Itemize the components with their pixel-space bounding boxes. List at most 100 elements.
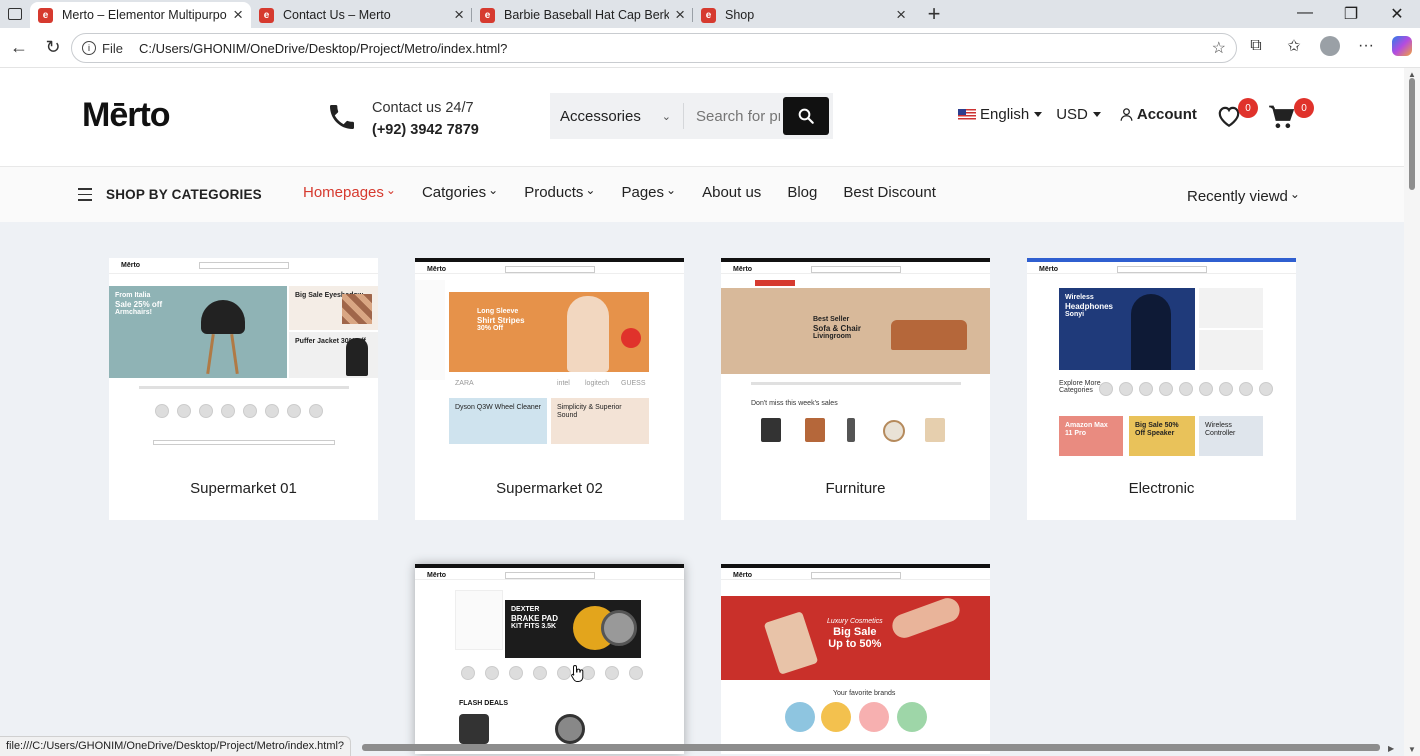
close-window-icon[interactable]: ✕ [1374,4,1420,24]
minimize-icon[interactable]: — [1282,4,1328,24]
menu-icon[interactable] [78,188,92,205]
demo-label[interactable]: Electronic [1027,480,1296,497]
address-bar[interactable]: i File C:/Users/GHONIM/OneDrive/Desktop/… [71,33,1237,63]
demo-hero-text: DEXTER BRAKE PAD KIT FITS 3.5K [511,606,558,630]
caret-down-icon [1034,112,1043,117]
wishlist-count-badge: 0 [1238,98,1258,118]
close-tab-icon[interactable]: × [233,5,243,25]
demo-hero-text: Best Seller Sofa & Chair Livingroom [813,316,862,340]
search-input[interactable] [684,107,780,125]
close-tab-icon[interactable]: × [454,5,464,25]
us-flag-icon [958,109,976,120]
copilot-icon[interactable] [1392,36,1412,56]
homepage-demos-grid: Mērto From Italia Sale 25% off Armchairs! … [0,222,1404,756]
contact-label: Contact us 24/7 [372,100,474,116]
demo-hero-text: Luxury Cosmetics Big Sale Up to 50% [827,618,883,650]
favorite-star-icon[interactable]: ☆ [1212,38,1226,58]
restore-icon[interactable]: ❐ [1328,4,1374,24]
demo-thumbnail: Mērto DEXTER BRAKE PAD KIT FITS 3.5K FLASH… [415,564,684,754]
cart-button[interactable]: 0 [1268,98,1314,135]
scroll-right-icon[interactable]: ▶ [1388,744,1394,753]
site-logo[interactable]: Mērto [82,96,171,135]
currency-select[interactable]: USD [1056,106,1101,123]
browser-tab-1[interactable]: e Merto – Elementor Multipurpose × [30,2,251,28]
demo-thumbnail: Mērto From Italia Sale 25% off Armchairs! … [109,258,378,458]
nav-item-best-discount[interactable]: Best Discount [843,184,936,201]
site-favicon-icon: e [480,7,495,23]
page-horizontal-scrollbar[interactable] [362,744,1380,751]
new-tab-icon[interactable]: + [922,1,946,27]
close-tab-icon[interactable]: × [896,5,906,25]
account-link[interactable]: Account [1119,106,1197,123]
browser-tab-2[interactable]: e Contact Us – Merto × [251,2,472,28]
reload-icon[interactable]: ↻ [38,37,68,58]
close-tab-icon[interactable]: × [675,5,685,25]
nav-item-blog[interactable]: Blog [787,184,817,201]
tab-title: Barbie Baseball Hat Cap Berkshire [504,8,670,22]
demo-card-supermarket-01[interactable]: Mērto From Italia Sale 25% off Armchairs! … [109,258,378,520]
web-page: Mērto Contact us 24/7 (+92) 3942 7879 Ac… [0,68,1404,756]
tab-title: Shop [725,8,755,22]
toolbar-icons: ⧉ ✩ ··· [1244,36,1412,56]
demo-card-auto-parts[interactable]: Mērto DEXTER BRAKE PAD KIT FITS 3.5K FLASH… [415,564,684,754]
demo-thumbnail: Mērto Wireless Headphones Sonyi Explore Mo… [1027,258,1296,458]
language-value: English [980,106,1030,123]
more-menu-icon[interactable]: ··· [1354,37,1378,55]
recently-viewed-dropdown[interactable]: Recently viewd [1187,188,1300,205]
chevron-down-icon: ⌄ [661,110,671,123]
product-search: Accessories ⌄ [550,93,833,139]
nav-menu: Homepages Catgories Products Pages About… [303,184,936,201]
demo-label[interactable]: Furniture [721,480,990,497]
favorites-icon[interactable]: ✩ [1282,36,1306,56]
tab-actions-icon[interactable] [0,0,30,28]
demo-card-electronic[interactable]: Mērto Wireless Headphones Sonyi Explore Mo… [1027,258,1296,520]
nav-item-catgories[interactable]: Catgories [422,184,498,201]
demo-thumbnail: Mērto Luxury Cosmetics Big Sale Up to 50% … [721,564,990,754]
site-favicon-icon: e [259,7,274,23]
browser-tab-4[interactable]: e Shop × [693,2,914,28]
site-info-icon[interactable]: i [82,41,96,55]
address-url[interactable]: C:/Users/GHONIM/OneDrive/Desktop/Project… [139,41,1212,56]
profile-avatar-icon[interactable] [1320,36,1340,56]
cart-count-badge: 0 [1294,98,1314,118]
search-category-value: Accessories [560,107,641,125]
contact-info: Contact us 24/7 (+92) 3942 7879 [372,97,479,141]
demo-card-furniture[interactable]: Mērto Best Seller Sofa & Chair Livingroom … [721,258,990,520]
cart-icon [1269,105,1295,129]
nav-item-about-us[interactable]: About us [702,184,761,201]
browser-tab-strip: e Merto – Elementor Multipurpose × e Con… [0,0,1420,28]
back-icon[interactable]: ← [4,37,34,58]
currency-value: USD [1056,106,1088,123]
address-scheme-label: File [102,40,123,56]
demo-label[interactable]: Supermarket 01 [109,480,378,497]
window-controls: — ❐ ✕ [1282,4,1420,24]
extensions-icon[interactable]: ⧉ [1244,37,1268,55]
site-favicon-icon: e [38,7,53,23]
demo-hero-text: From Italia Sale 25% off Armchairs! [115,292,163,316]
scroll-thumb[interactable] [1409,78,1415,190]
demo-card-supermarket-02[interactable]: Mērto Long Sleeve Shirt Stripes 30% Off ZA… [415,258,684,520]
browser-tab-3[interactable]: e Barbie Baseball Hat Cap Berkshire × [472,2,693,28]
phone-icon [330,105,354,129]
header-utilities: English USD Account [958,106,1197,123]
demo-hero-text: Long Sleeve Shirt Stripes 30% Off [477,308,525,332]
nav-item-pages[interactable]: Pages [621,184,676,201]
demo-label[interactable]: Supermarket 02 [415,480,684,497]
wishlist-button[interactable]: 0 [1216,98,1258,133]
contact-phone[interactable]: (+92) 3942 7879 [372,119,479,141]
demo-card-cosmetics[interactable]: Mērto Luxury Cosmetics Big Sale Up to 50% … [721,564,990,754]
hand-cursor-icon [571,664,584,682]
user-icon [1120,108,1133,121]
scroll-down-icon[interactable]: ▼ [1408,745,1416,754]
search-button[interactable] [783,97,829,135]
nav-item-products[interactable]: Products [524,184,595,201]
status-bar-url: file:///C:/Users/GHONIM/OneDrive/Desktop… [0,736,352,756]
browser-toolbar: ← ↻ i File C:/Users/GHONIM/OneDrive/Desk… [0,28,1420,68]
page-vertical-scrollbar[interactable]: ▲ ▼ [1404,68,1420,756]
search-category-select[interactable]: Accessories ⌄ [550,103,684,129]
language-select[interactable]: English [958,106,1043,123]
demo-thumbnail: Mērto Long Sleeve Shirt Stripes 30% Off ZA… [415,258,684,458]
nav-item-homepages[interactable]: Homepages [303,184,396,201]
tab-title: Merto – Elementor Multipurpose [62,8,228,22]
shop-by-categories-button[interactable]: SHOP BY CATEGORIES [106,187,262,202]
